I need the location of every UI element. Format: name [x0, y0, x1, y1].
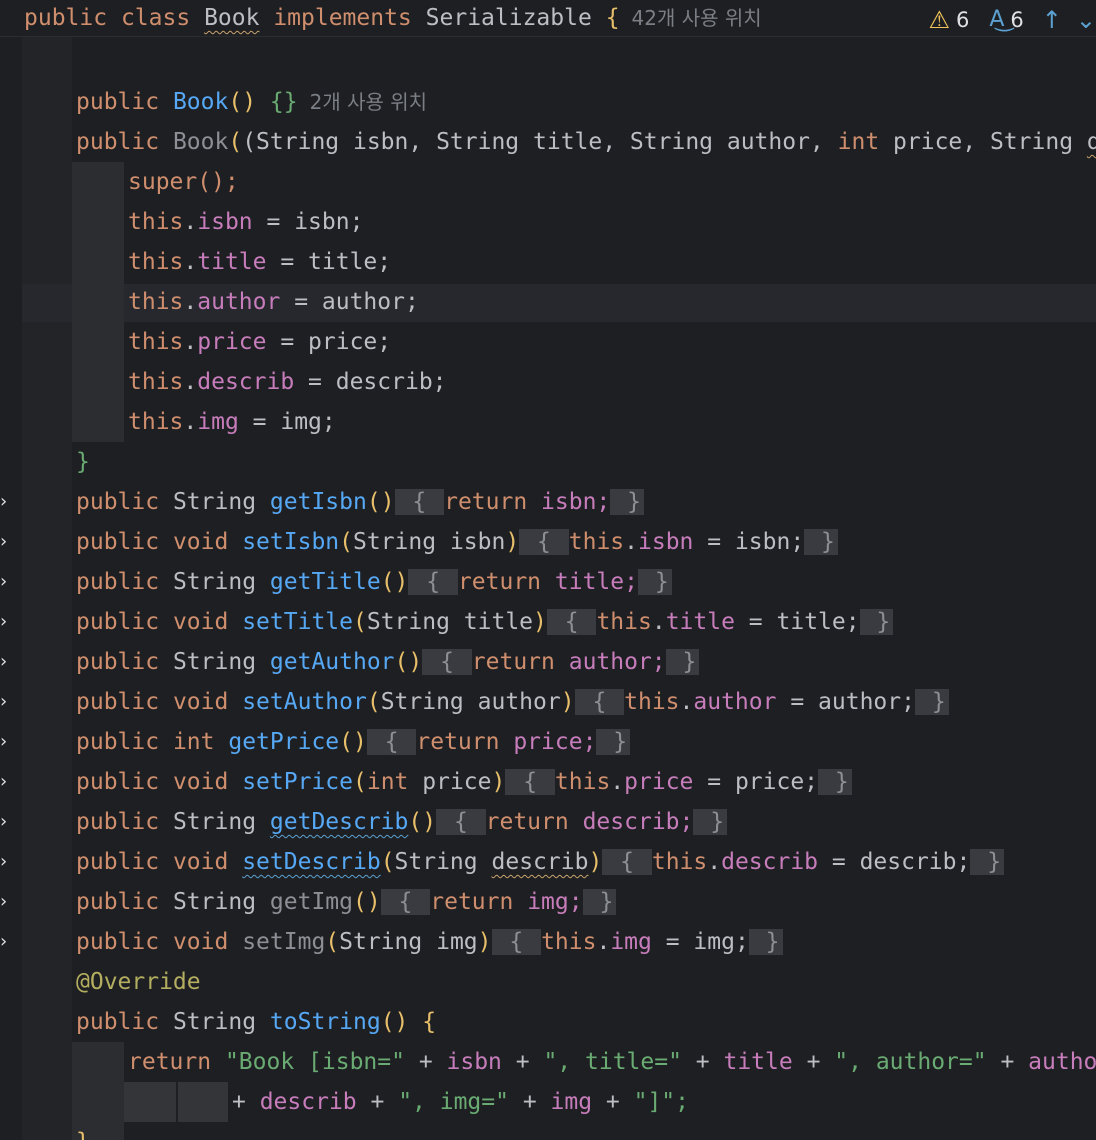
- code-editor[interactable]: public class Book implements Serializabl…: [0, 0, 1096, 1140]
- folded-region[interactable]: {: [519, 529, 569, 555]
- code-line-accessor[interactable]: public String getTitle() { return title;…: [76, 562, 1096, 602]
- fold-chevron-icon[interactable]: ›: [0, 613, 12, 631]
- folded-region[interactable]: }: [970, 849, 1005, 875]
- indent-guide-strip: [22, 36, 72, 1140]
- code-line-assign[interactable]: this.img = img;: [128, 402, 1096, 442]
- indent-block: [124, 1082, 176, 1122]
- fold-chevron-icon[interactable]: ›: [0, 533, 12, 551]
- method-name[interactable]: setAuthor: [242, 689, 367, 715]
- folded-region[interactable]: }: [637, 569, 672, 595]
- usage-hint[interactable]: 2개 사용 위치: [310, 90, 427, 114]
- code-line-tostring[interactable]: public String toString() {: [76, 1002, 1096, 1042]
- folded-region[interactable]: }: [859, 609, 894, 635]
- fold-chevron-icon[interactable]: ›: [0, 893, 12, 911]
- method-name[interactable]: setPrice: [242, 769, 353, 795]
- folded-region[interactable]: {: [491, 929, 542, 955]
- arrow-up-icon[interactable]: ↑: [1042, 2, 1062, 38]
- method-name[interactable]: getTitle: [270, 569, 381, 595]
- fold-chevron-icon[interactable]: ›: [0, 573, 12, 591]
- folded-region[interactable]: }: [818, 769, 852, 795]
- code-line-constructor[interactable]: public Book((String isbn, String title, …: [76, 122, 1096, 162]
- code-line-accessor[interactable]: public void setTitle(String title) { thi…: [76, 602, 1096, 642]
- method-name[interactable]: setDescrib: [242, 849, 380, 875]
- code-line-accessor[interactable]: public String getImg() { return img; }: [76, 882, 1096, 922]
- code-line-return[interactable]: return "Book [isbn=" + isbn + ", title="…: [128, 1042, 1096, 1082]
- code-line-accessor[interactable]: public void setImg(String img) { this.im…: [76, 922, 1096, 962]
- code-line-close-brace[interactable]: }: [76, 1122, 1096, 1140]
- fold-chevron-icon[interactable]: ›: [0, 773, 12, 791]
- code-line-assign[interactable]: this.title = title;: [128, 242, 1096, 282]
- code-line-accessor[interactable]: public String getIsbn() { return isbn; }: [76, 482, 1096, 522]
- folded-region[interactable]: }: [748, 929, 783, 955]
- code-line-accessor[interactable]: public void setIsbn(String isbn) { this.…: [76, 522, 1096, 562]
- class-name[interactable]: Book: [204, 5, 259, 31]
- code-line-accessor[interactable]: public String getAuthor() { return autho…: [76, 642, 1096, 682]
- method-name[interactable]: setIsbn: [242, 529, 339, 555]
- folded-region[interactable]: {: [422, 649, 472, 675]
- folded-region[interactable]: {: [394, 489, 445, 515]
- fold-chevron-icon[interactable]: ›: [0, 693, 12, 711]
- code-line-assign[interactable]: this.isbn = isbn;: [128, 202, 1096, 242]
- editor-gutter: [0, 0, 22, 1140]
- typo-count: 6: [1010, 8, 1024, 32]
- fold-chevron-icon[interactable]: ›: [0, 853, 12, 871]
- sticky-header-divider: [0, 36, 1096, 37]
- folded-region[interactable]: {: [505, 769, 555, 795]
- folded-region[interactable]: }: [665, 649, 700, 675]
- folded-region[interactable]: }: [914, 689, 949, 715]
- inspection-status[interactable]: ⚠ 6 A͜ 6 ↑ ⌄: [914, 2, 1096, 38]
- folded-region[interactable]: {: [574, 689, 625, 715]
- code-line-return-cont[interactable]: + describ + ", img=" + img + "]";: [232, 1082, 1096, 1122]
- folded-region[interactable]: {: [366, 729, 417, 755]
- code-line-assign[interactable]: this.price = price;: [128, 322, 1096, 362]
- folded-region[interactable]: }: [610, 489, 644, 515]
- fold-chevron-icon[interactable]: ›: [0, 933, 12, 951]
- chevron-down-icon[interactable]: ⌄: [1076, 2, 1096, 38]
- folded-region[interactable]: {: [546, 609, 597, 635]
- method-name[interactable]: getDescrib: [270, 809, 408, 835]
- fold-chevron-icon[interactable]: ›: [0, 653, 12, 671]
- method-name[interactable]: getAuthor: [270, 649, 395, 675]
- code-line-super[interactable]: super();: [128, 162, 1096, 202]
- indent-block: [178, 1082, 228, 1122]
- method-name[interactable]: getImg: [270, 889, 353, 915]
- code-line-accessor[interactable]: public void setAuthor(String author) { t…: [76, 682, 1096, 722]
- fold-chevron-icon[interactable]: ›: [0, 733, 12, 751]
- warning-icon[interactable]: ⚠: [928, 2, 950, 38]
- folded-region[interactable]: {: [408, 569, 458, 595]
- code-line-assign[interactable]: this.author = author;: [128, 282, 1096, 322]
- folded-region[interactable]: }: [582, 889, 617, 915]
- warning-count: 6: [955, 8, 970, 32]
- folded-region[interactable]: }: [693, 809, 728, 835]
- fold-chevron-icon[interactable]: ›: [0, 493, 12, 511]
- code-line-accessor[interactable]: public int getPrice() { return price; }: [76, 722, 1096, 762]
- folded-region[interactable]: }: [596, 729, 631, 755]
- folded-region[interactable]: {: [380, 889, 431, 915]
- usage-hint[interactable]: 42개 사용 위치: [632, 6, 762, 30]
- code-line-accessor[interactable]: public String getDescrib() { return desc…: [76, 802, 1096, 842]
- folded-region[interactable]: {: [436, 809, 486, 835]
- code-line-assign[interactable]: this.describ = describ;: [128, 362, 1096, 402]
- method-name[interactable]: setTitle: [242, 609, 353, 635]
- folded-region[interactable]: }: [804, 529, 838, 555]
- code-line-accessor[interactable]: public void setPrice(int price) { this.p…: [76, 762, 1096, 802]
- typo-icon[interactable]: A͜: [989, 2, 1004, 38]
- code-line-close-brace[interactable]: }: [76, 442, 1096, 482]
- method-name[interactable]: setImg: [242, 929, 325, 955]
- method-name[interactable]: getPrice: [228, 729, 339, 755]
- method-name[interactable]: getIsbn: [270, 489, 367, 515]
- code-line-empty-constructor[interactable]: public Book() {} 2개 사용 위치: [76, 82, 1096, 122]
- code-line-override[interactable]: @Override: [76, 962, 1096, 1002]
- code-line-accessor[interactable]: public void setDescrib(String describ) {…: [76, 842, 1096, 882]
- fold-chevron-icon[interactable]: ›: [0, 813, 12, 831]
- folded-region[interactable]: {: [602, 849, 652, 875]
- indent-block: [72, 162, 124, 442]
